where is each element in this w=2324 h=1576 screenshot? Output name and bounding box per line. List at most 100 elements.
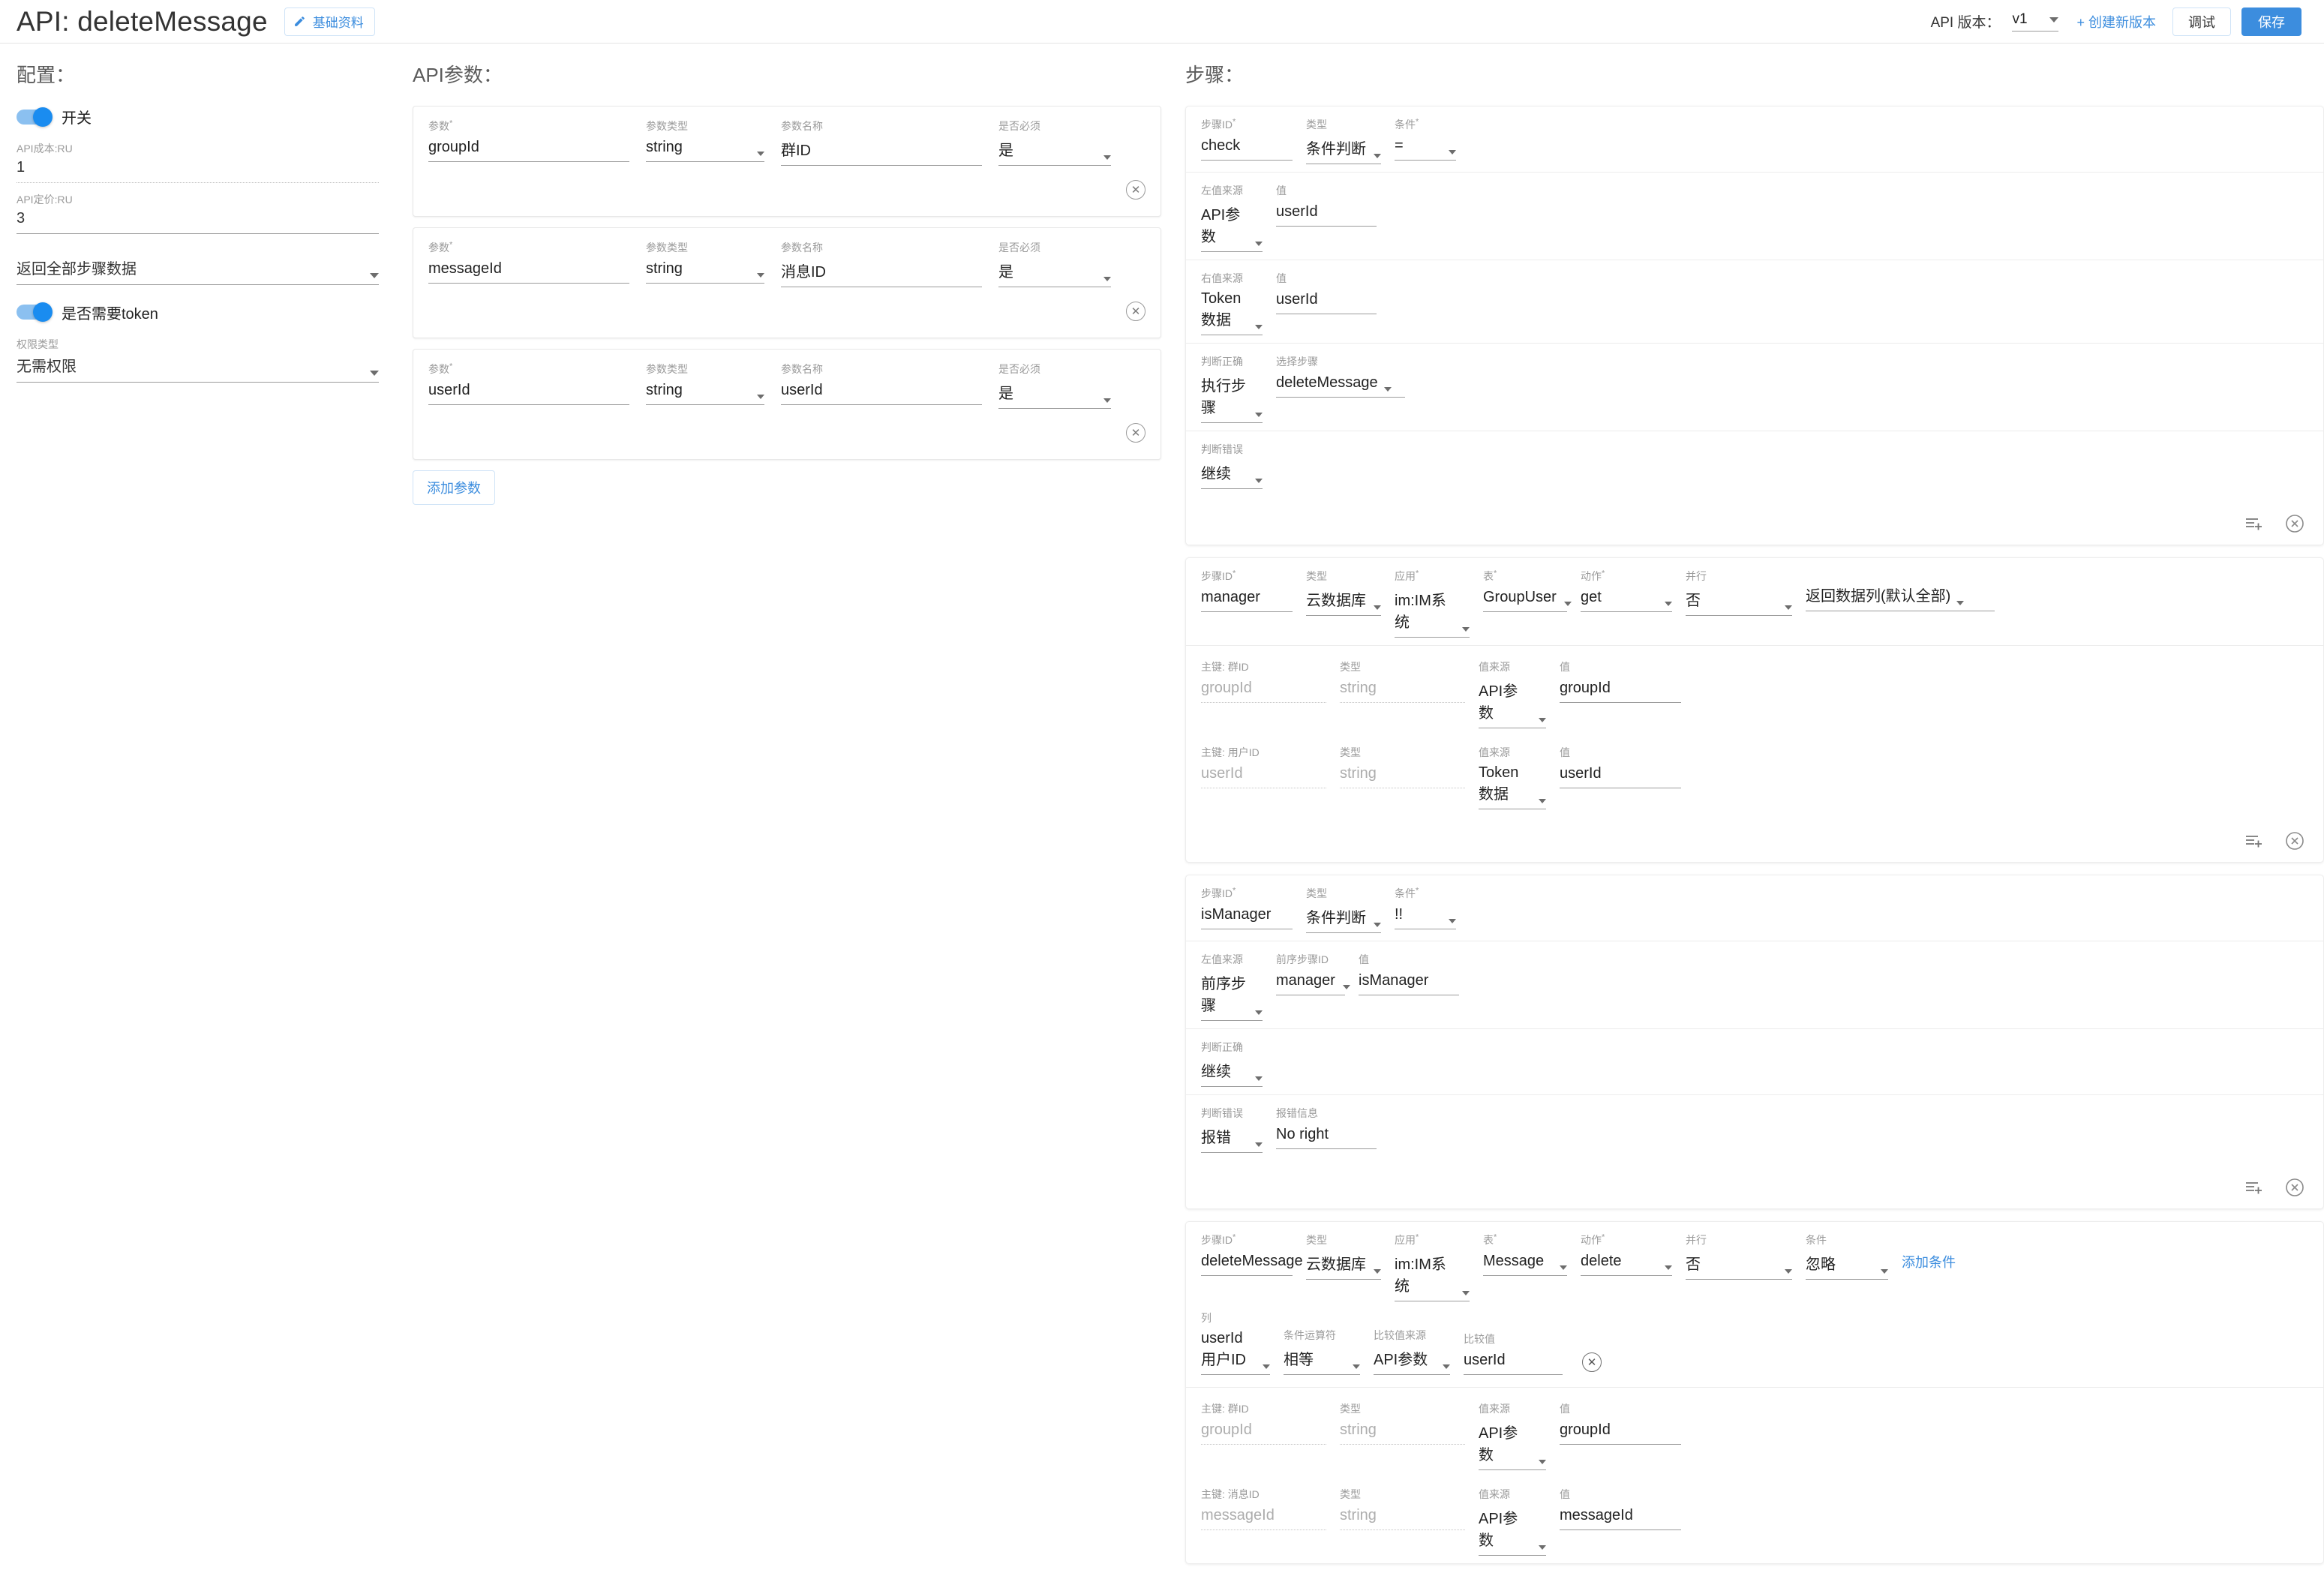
step-app-value: im:IM系统 bbox=[1395, 593, 1446, 631]
cond-source-select[interactable]: API参数 bbox=[1374, 1347, 1450, 1375]
right-value-input[interactable]: userId bbox=[1276, 290, 1377, 314]
remove-param-icon[interactable]: ✕ bbox=[1126, 302, 1145, 321]
api-price-field[interactable]: API定价:RU 3 bbox=[17, 186, 379, 234]
step-id-input[interactable]: check bbox=[1201, 137, 1293, 161]
pk-source-select[interactable]: API参数 bbox=[1479, 1421, 1546, 1470]
param-name-input[interactable]: userId bbox=[428, 381, 629, 405]
save-button[interactable]: 保存 bbox=[2241, 7, 2301, 36]
pk-value-input[interactable]: groupId bbox=[1560, 679, 1681, 703]
pk-value-input[interactable]: messageId bbox=[1560, 1506, 1681, 1530]
pk-name-input[interactable]: messageId bbox=[1201, 1506, 1326, 1530]
add-row-icon[interactable] bbox=[2245, 516, 2265, 531]
api-version-select[interactable]: v1 bbox=[2012, 11, 2059, 32]
param-required-field: 是否必须 是 bbox=[998, 240, 1127, 287]
on-false-select[interactable]: 继续 bbox=[1201, 461, 1263, 489]
step-action-field: 动作* get bbox=[1581, 569, 1686, 638]
create-new-version-link[interactable]: + 创建新版本 bbox=[2076, 12, 2156, 32]
step-table-select[interactable]: Message bbox=[1483, 1252, 1567, 1276]
add-param-button[interactable]: 添加参数 bbox=[413, 470, 495, 505]
left-value-input[interactable]: isManager bbox=[1359, 971, 1459, 995]
step-action-select[interactable]: delete bbox=[1581, 1252, 1672, 1276]
return-columns-select[interactable]: 返回数据列(默认全部) bbox=[1806, 584, 1995, 611]
return-data-select[interactable]: 返回全部步骤数据 bbox=[17, 257, 379, 285]
on-true-select[interactable]: 继续 bbox=[1201, 1059, 1263, 1087]
param-display-input[interactable]: 群ID bbox=[781, 138, 982, 166]
step-parallel-select[interactable]: 否 bbox=[1686, 1252, 1792, 1280]
add-row-icon[interactable] bbox=[2245, 1180, 2265, 1195]
left-source-select[interactable]: 前序步骤 bbox=[1201, 971, 1263, 1021]
auth-type-field[interactable]: 权限类型 无需权限 bbox=[17, 331, 379, 383]
delete-step-icon[interactable] bbox=[2284, 513, 2305, 534]
left-value-input[interactable]: userId bbox=[1276, 203, 1377, 227]
token-required-switch[interactable] bbox=[17, 302, 53, 323]
remove-condition-icon[interactable]: ✕ bbox=[1582, 1352, 1602, 1372]
step-id-input[interactable]: isManager bbox=[1201, 905, 1293, 929]
step-app-select[interactable]: im:IM系统 bbox=[1395, 1252, 1470, 1301]
left-source-select[interactable]: API参数 bbox=[1201, 203, 1263, 252]
pk-name-input[interactable]: userId bbox=[1201, 764, 1326, 788]
step-parallel-select[interactable]: 否 bbox=[1686, 588, 1792, 616]
select-step-select[interactable]: deleteMessage bbox=[1276, 374, 1405, 398]
cond-operator-select[interactable]: 相等 bbox=[1284, 1347, 1360, 1375]
left-source-field: 左值来源 前序步骤 bbox=[1201, 952, 1276, 1021]
delete-step-icon[interactable] bbox=[2284, 1177, 2305, 1198]
remove-param-icon[interactable]: ✕ bbox=[1126, 423, 1145, 443]
param-type-select[interactable]: string bbox=[646, 381, 764, 405]
param-required-select[interactable]: 是 bbox=[998, 138, 1111, 166]
param-type-select[interactable]: string bbox=[646, 138, 764, 162]
step-type-select[interactable]: 条件判断 bbox=[1306, 905, 1381, 933]
param-display-input[interactable]: userId bbox=[781, 381, 982, 405]
step-id-input[interactable]: manager bbox=[1201, 588, 1293, 612]
remove-param-icon[interactable]: ✕ bbox=[1126, 180, 1145, 200]
on-true-select[interactable]: 执行步骤 bbox=[1201, 374, 1263, 423]
add-condition-link[interactable]: 添加条件 bbox=[1902, 1255, 1956, 1270]
basic-info-button[interactable]: 基础资料 bbox=[284, 7, 375, 36]
pk-value-input[interactable]: groupId bbox=[1560, 1421, 1681, 1445]
step-type-select[interactable]: 云数据库 bbox=[1306, 588, 1381, 616]
pk-source-select[interactable]: Token数据 bbox=[1479, 764, 1546, 809]
add-row-icon[interactable] bbox=[2245, 833, 2265, 848]
api-price-input[interactable]: 3 bbox=[17, 210, 379, 234]
cond-column-select[interactable]: userId 用户ID bbox=[1201, 1330, 1270, 1375]
step-action-select[interactable]: get bbox=[1581, 588, 1672, 612]
error-message-input[interactable]: No right bbox=[1276, 1125, 1377, 1149]
select-step-label: 选择步骤 bbox=[1276, 356, 1318, 368]
delete-step-icon[interactable] bbox=[2284, 830, 2305, 851]
param-required-select[interactable]: 是 bbox=[998, 381, 1111, 409]
param-name-input[interactable]: groupId bbox=[428, 138, 629, 162]
param-name-input[interactable]: messageId bbox=[428, 260, 629, 284]
step-table-select[interactable]: GroupUser bbox=[1483, 588, 1572, 612]
cond-value-input[interactable]: userId bbox=[1464, 1351, 1563, 1375]
step-type-select[interactable]: 条件判断 bbox=[1306, 137, 1381, 164]
api-cost-field[interactable]: API成本:RU 1 bbox=[17, 135, 379, 183]
enable-switch[interactable] bbox=[17, 107, 53, 127]
pk-name-input[interactable]: groupId bbox=[1201, 1421, 1326, 1445]
pk-value-input[interactable]: userId bbox=[1560, 764, 1681, 788]
auth-type-select[interactable]: 无需权限 bbox=[17, 354, 379, 383]
param-required-select[interactable]: 是 bbox=[998, 260, 1111, 287]
step-condition-select[interactable]: = bbox=[1395, 137, 1456, 161]
on-false-select[interactable]: 报错 bbox=[1201, 1125, 1263, 1153]
prev-step-select[interactable]: manager bbox=[1276, 971, 1350, 995]
param-display-label: 参数名称 bbox=[781, 363, 823, 375]
pk-name-input[interactable]: groupId bbox=[1201, 679, 1326, 703]
step-type-select[interactable]: 云数据库 bbox=[1306, 1252, 1381, 1280]
param-display-input[interactable]: 消息ID bbox=[781, 260, 982, 287]
pk-source-select[interactable]: API参数 bbox=[1479, 1506, 1546, 1556]
chevron-down-icon bbox=[370, 272, 379, 278]
step-app-select[interactable]: im:IM系统 bbox=[1395, 588, 1470, 638]
token-switch-row[interactable]: 是否需要token bbox=[17, 302, 379, 323]
api-cost-input[interactable]: 1 bbox=[17, 159, 379, 183]
param-type-select[interactable]: string bbox=[646, 260, 764, 284]
debug-button[interactable]: 调试 bbox=[2172, 7, 2231, 36]
enable-switch-row[interactable]: 开关 bbox=[17, 106, 379, 128]
step-condition-select[interactable]: 忽略 bbox=[1806, 1252, 1888, 1280]
pk-value-field: 值 groupId bbox=[1560, 659, 1695, 728]
pk-source-select[interactable]: API参数 bbox=[1479, 679, 1546, 728]
step-condition-select[interactable]: !! bbox=[1395, 905, 1456, 929]
right-source-select[interactable]: Token数据 bbox=[1201, 290, 1263, 335]
pk-type-input: string bbox=[1340, 679, 1465, 703]
step-id-input[interactable]: deleteMessage bbox=[1201, 1252, 1303, 1276]
pk-value-label: 值 bbox=[1560, 661, 1570, 673]
pk-source-field: 值来源 API参数 bbox=[1479, 659, 1560, 728]
